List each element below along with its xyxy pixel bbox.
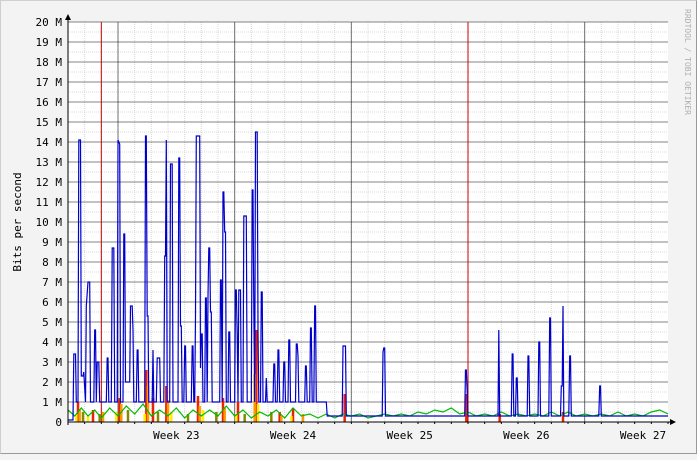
x-tick-labels: Week 23 Week 24 Week 25 Week 26 Week 27 xyxy=(153,429,666,442)
y-tick-label: 20 M xyxy=(36,16,63,29)
y-tick-label: 4 M xyxy=(42,336,62,349)
x-tick-label: Week 23 xyxy=(153,429,199,442)
y-tick-label: 12 M xyxy=(36,176,63,189)
x-tick-label: Week 25 xyxy=(386,429,432,442)
x-tick-label: Week 24 xyxy=(270,429,317,442)
y-tick-label: 0 xyxy=(55,416,62,429)
rrdtool-watermark: RRDTOOL / TOBI OETIKER xyxy=(683,9,692,115)
x-tick-label: Week 27 xyxy=(620,429,666,442)
y-tick-label: 15 M xyxy=(36,116,63,129)
y-tick-label: 6 M xyxy=(42,296,62,309)
y-tick-label: 18 M xyxy=(36,56,63,69)
graph-frame: 0 1 M 2 M 3 M 4 M 5 M 6 M 7 M 8 M 9 M 10 M 11 M 12 M… xyxy=(0,0,697,454)
y-tick-label: 3 M xyxy=(42,356,62,369)
x-axis-arrow xyxy=(670,419,676,425)
y-tick-label: 7 M xyxy=(42,276,62,289)
traffic-chart: 0 1 M 2 M 3 M 4 M 5 M 6 M 7 M 8 M 9 M 10 M 11 M 12 M… xyxy=(11,9,692,442)
y-tick-label: 8 M xyxy=(42,256,62,269)
major-grid xyxy=(68,21,668,422)
y-tick-label: 19 M xyxy=(36,36,63,49)
y-tick-label: 10 M xyxy=(36,216,63,229)
y-tick-label: 9 M xyxy=(42,236,62,249)
y-tick-label: 11 M xyxy=(36,196,63,209)
y-tick-label: 2 M xyxy=(42,376,62,389)
y-tick-label: 16 M xyxy=(36,96,63,109)
y-axis-arrow xyxy=(65,14,71,20)
x-tick-label: Week 26 xyxy=(503,429,549,442)
y-tick-label: 13 M xyxy=(36,156,63,169)
y-axis-label: Bits per second xyxy=(11,172,24,271)
y-tick-labels: 0 1 M 2 M 3 M 4 M 5 M 6 M 7 M 8 M 9 M 10 M 11 M 12 M… xyxy=(36,16,63,429)
y-tick-label: 5 M xyxy=(42,316,62,329)
y-tick-label: 14 M xyxy=(36,136,63,149)
y-tick-label: 1 M xyxy=(42,396,62,409)
y-tick-label: 17 M xyxy=(36,76,63,89)
